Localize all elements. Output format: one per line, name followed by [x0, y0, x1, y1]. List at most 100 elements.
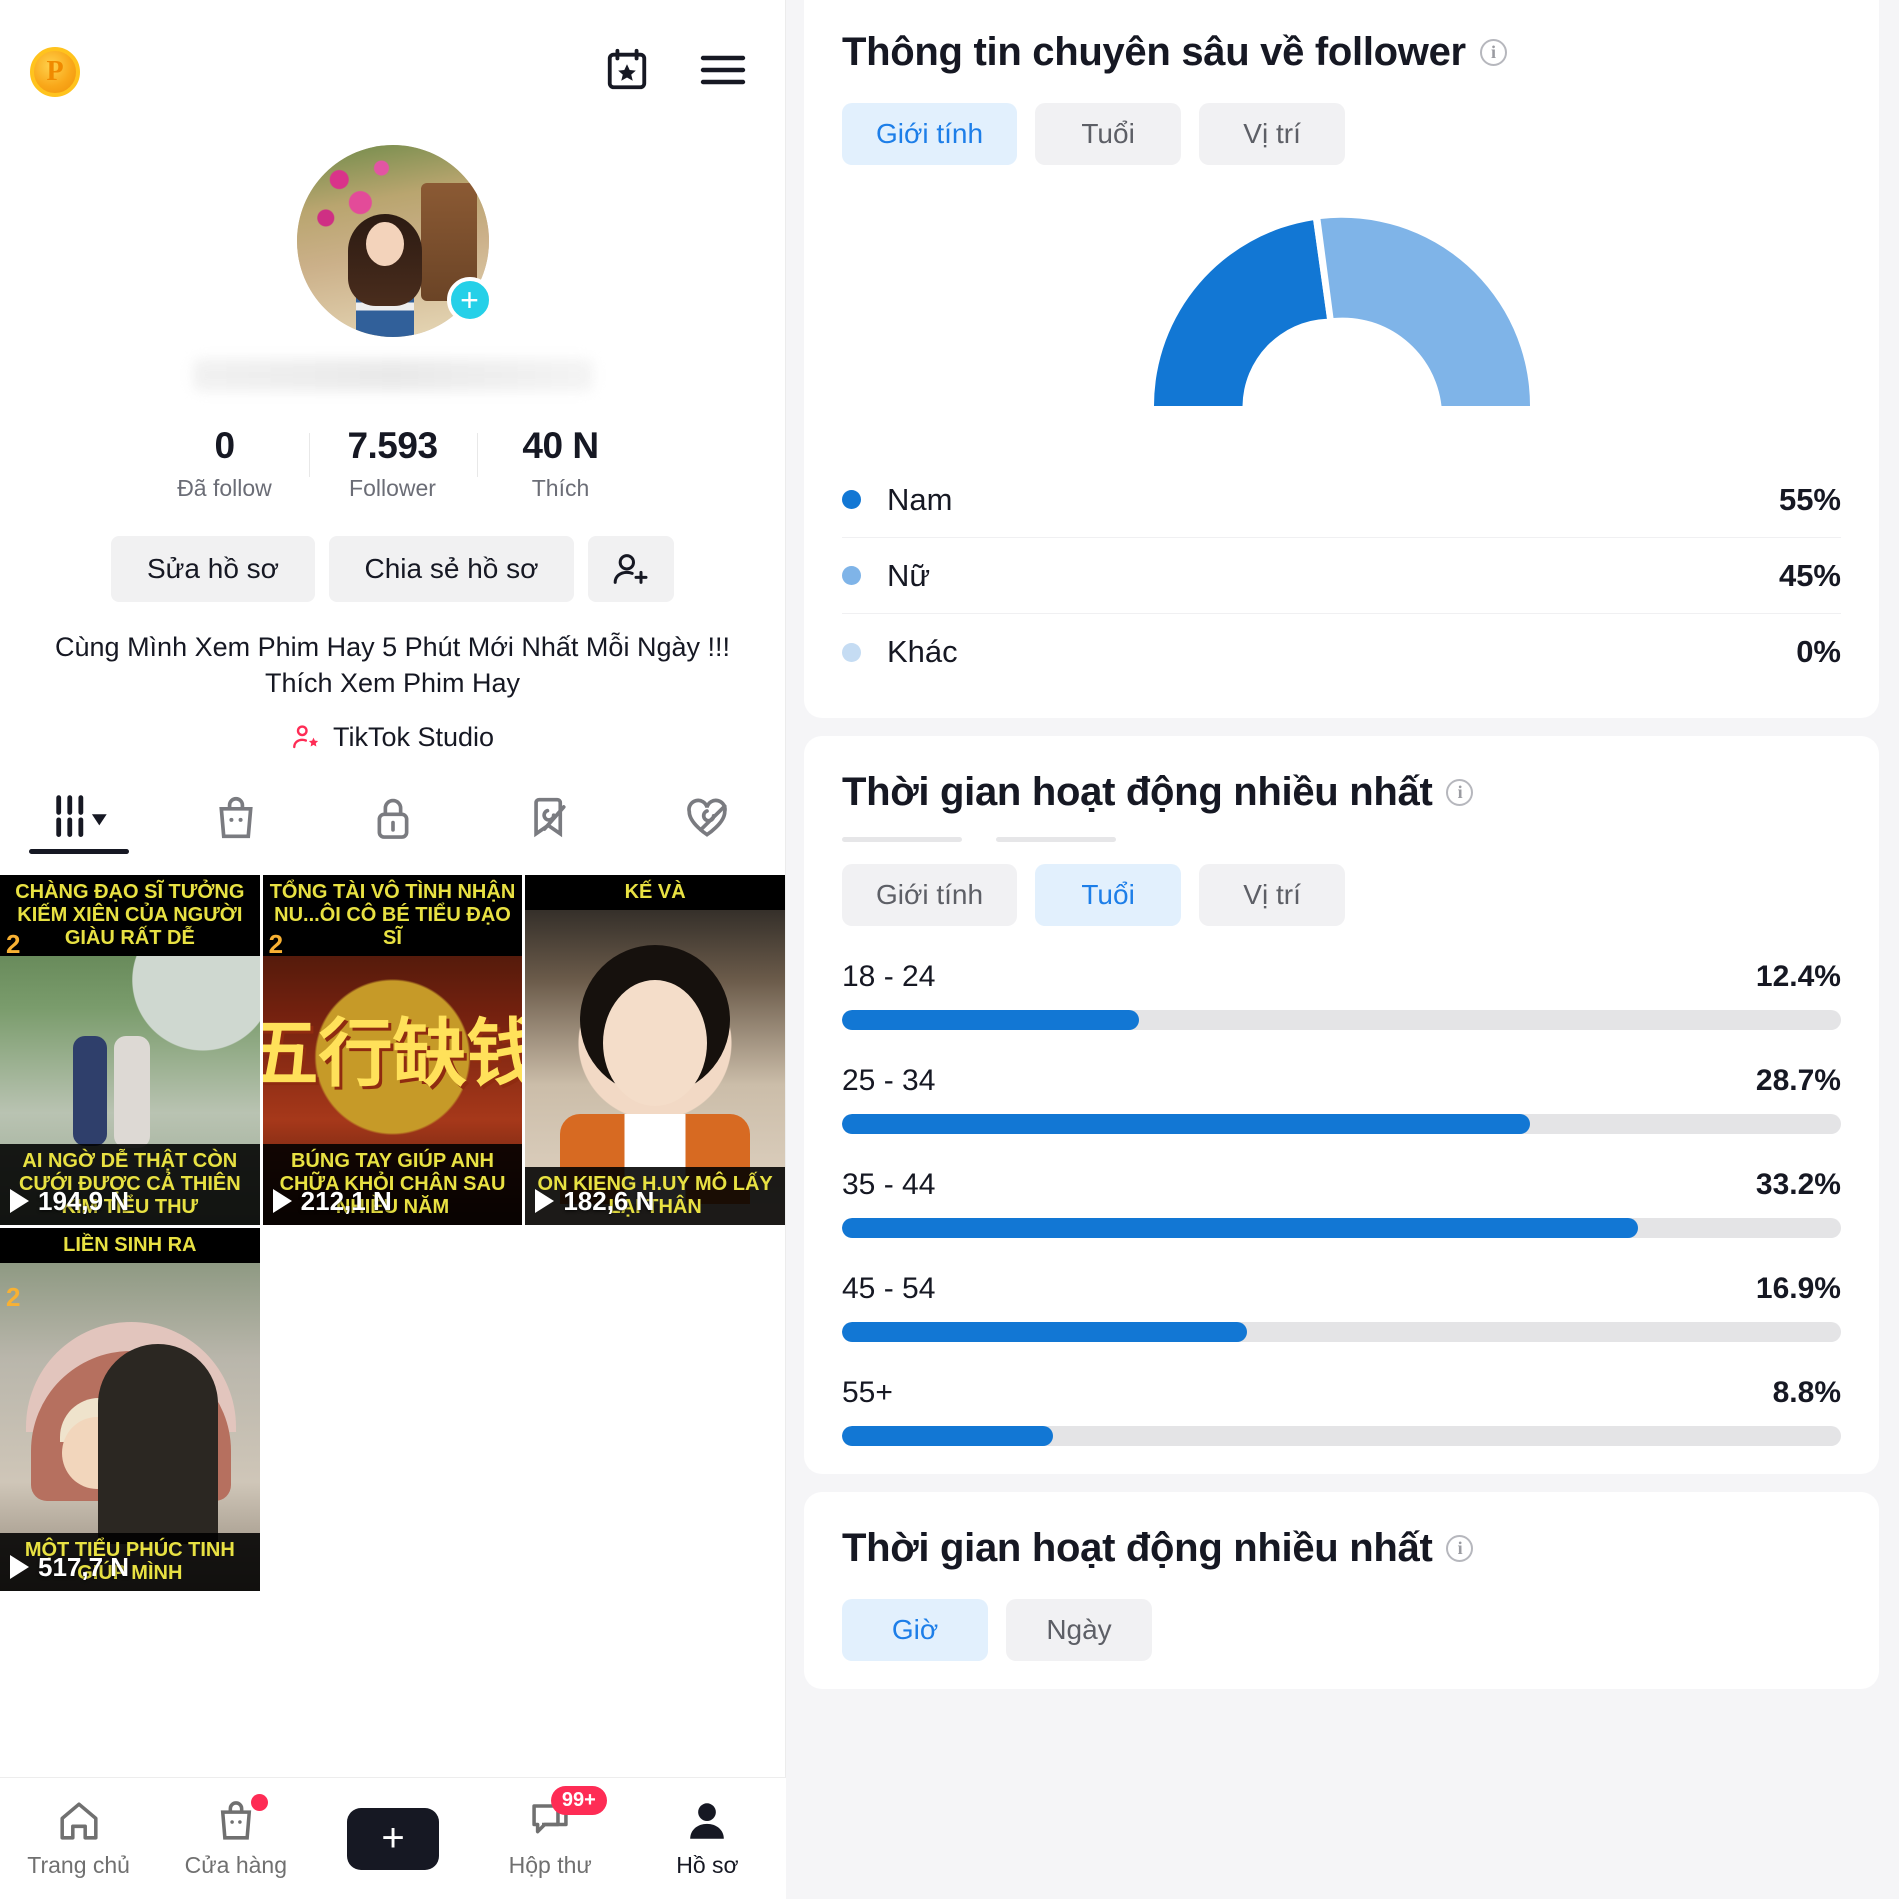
legend-value: 55% — [1778, 481, 1841, 517]
legend-dot-nam — [842, 490, 861, 509]
studio-person-star-icon — [293, 725, 319, 749]
tab-age[interactable]: Tuổi — [1035, 103, 1182, 165]
age-range-label: 25 - 34 — [842, 1064, 936, 1097]
sidebar-item-videos[interactable] — [0, 794, 157, 854]
follower-segment-tabs: Giới tính Tuổi Vị trí — [842, 103, 1841, 165]
age-bar-row: 35 - 44 33.2% — [842, 1168, 1841, 1238]
bar-track — [842, 1322, 1841, 1342]
stat-following[interactable]: 0 Đã follow — [141, 425, 309, 502]
legend-label: Khác — [887, 634, 958, 669]
profile-bio: Cùng Mình Xem Phim Hay 5 Phút Mới Nhất M… — [55, 632, 730, 698]
age-bar-row: 45 - 54 16.9% — [842, 1272, 1841, 1342]
screen-root: P + 0 Đã follow 7.593 Follower 40 N Thíc… — [0, 0, 1899, 1899]
create-plus-icon[interactable]: + — [338, 1807, 448, 1870]
sidebar-item-hidden-likes[interactable] — [628, 794, 785, 842]
add-story-plus-icon[interactable]: + — [446, 277, 493, 323]
info-icon[interactable]: i — [1446, 1535, 1474, 1562]
thumb-top-caption: CHÀNG ĐẠO SĨ TƯỞNG KIẾM XIÊN CỦA NGƯỜI G… — [0, 874, 260, 956]
sidebar-item-private[interactable] — [314, 794, 471, 842]
star-calendar-icon[interactable] — [601, 44, 653, 96]
tab-location[interactable]: Vị trí — [1199, 103, 1346, 165]
bar-track — [842, 1114, 1841, 1134]
video-thumbnail[interactable]: 五行缺钱 TỔNG TÀI VÔ TÌNH NHẬN NU...ÔI CÔ BÉ… — [262, 874, 523, 1225]
sidebar-item-unsaved[interactable] — [471, 794, 628, 842]
age-percent: 8.8% — [1772, 1376, 1841, 1409]
bottom-navigation: Trang chủ Cửa hàng + 99+ Hộp thư Hồ sơ — [0, 1777, 786, 1899]
legend-dot-khac — [842, 642, 861, 662]
age-bar-row: 25 - 34 28.7% — [842, 1064, 1841, 1134]
legend-label: Nam — [887, 481, 953, 517]
video-view-count: 517,7 N — [10, 1552, 129, 1583]
age-range-label: 18 - 24 — [842, 960, 936, 993]
legend-value: 45% — [1778, 557, 1841, 593]
bar-fill — [842, 1114, 1531, 1134]
stat-likes[interactable]: 40 N Thích — [476, 425, 645, 502]
card-title: Thời gian hoạt động nhiều nhất i — [842, 1526, 1841, 1571]
nav-item-profile[interactable]: Hồ sơ — [629, 1798, 786, 1879]
studio-label: TikTok Studio — [332, 721, 495, 752]
age-bar-row: 55+ 8.8% — [842, 1376, 1841, 1446]
analytics-panel[interactable]: Thông tin chuyên sâu về follower i Giới … — [786, 0, 1899, 1899]
view-count-text: 182,6 N — [563, 1185, 655, 1216]
nav-item-shop[interactable]: Cửa hàng — [157, 1794, 314, 1879]
stat-value: 7.593 — [347, 425, 438, 466]
tab-gender[interactable]: Giới tính — [842, 103, 1018, 165]
username-redacted — [192, 359, 593, 391]
legend-label: Nữ — [887, 557, 931, 593]
bar-track — [842, 1426, 1841, 1446]
nav-item-inbox[interactable]: 99+ Hộp thư — [472, 1786, 629, 1879]
bar-track — [842, 1218, 1841, 1238]
tiktok-studio-link[interactable]: TikTok Studio — [0, 722, 785, 753]
card-title: Thông tin chuyên sâu về follower i — [842, 30, 1841, 75]
follower-insights-card: Thông tin chuyên sâu về follower i Giới … — [804, 0, 1879, 718]
avatar[interactable]: + — [296, 145, 493, 337]
gender-half-donut-chart — [842, 201, 1841, 406]
age-range-label: 55+ — [842, 1376, 893, 1409]
legend-value: 0% — [1796, 634, 1841, 669]
inbox-badge: 99+ — [550, 1786, 607, 1815]
nav-label: Hồ sơ — [676, 1852, 739, 1878]
tab-hour[interactable]: Giờ — [842, 1599, 988, 1661]
sidebar-item-shop[interactable] — [157, 794, 314, 842]
legend-dot-nu — [842, 566, 861, 585]
share-profile-button[interactable]: Chia sẻ hồ sơ — [329, 536, 574, 602]
add-friend-button[interactable] — [588, 536, 674, 602]
play-icon — [10, 1555, 29, 1580]
tab-location[interactable]: Vị trí — [1199, 864, 1346, 926]
tab-day[interactable]: Ngày — [1006, 1599, 1152, 1661]
hours-segment-tabs: Giờ Ngày — [842, 1599, 1841, 1661]
stat-label: Thích — [531, 475, 590, 501]
bar-fill — [842, 1010, 1140, 1030]
edit-profile-button[interactable]: Sửa hồ sơ — [111, 536, 315, 602]
video-thumbnail[interactable]: LIỀN SINH RA 2 MỘT TIỂU PHÚC TINH GIÚP M… — [0, 1227, 260, 1591]
card-title: Thời gian hoạt động nhiều nhất i — [842, 770, 1841, 815]
age-range-label: 45 - 54 — [842, 1272, 936, 1305]
stat-followers[interactable]: 7.593 Follower — [308, 425, 477, 502]
video-thumbnail[interactable]: KẾ VÀ ON KIENG H.UY MÔ LẤY LẠI THÂN 182,… — [525, 874, 785, 1225]
hamburger-menu-icon[interactable] — [697, 44, 749, 96]
play-icon — [10, 1189, 29, 1214]
info-icon[interactable]: i — [1479, 39, 1507, 66]
age-percent: 12.4% — [1755, 960, 1841, 993]
info-icon[interactable]: i — [1446, 779, 1474, 806]
stat-value: 0 — [214, 425, 235, 466]
profile-actions: Sửa hồ sơ Chia sẻ hồ sơ — [0, 536, 785, 602]
tab-age[interactable]: Tuổi — [1035, 864, 1182, 926]
profile-header: P — [0, 0, 785, 145]
nav-item-create[interactable]: + — [314, 1807, 471, 1870]
activity-hours-card: Thời gian hoạt động nhiều nhất i Giờ Ngà… — [804, 1492, 1879, 1689]
tab-gender[interactable]: Giới tính — [842, 864, 1018, 926]
person-icon — [690, 1803, 725, 1839]
activity-age-card: Thời gian hoạt động nhiều nhất i Giới tí… — [804, 736, 1879, 1474]
nav-item-home[interactable]: Trang chủ — [0, 1798, 157, 1879]
age-percent: 28.7% — [1755, 1064, 1841, 1097]
nav-label: Hộp thư — [508, 1852, 592, 1878]
profile-tabs — [0, 777, 785, 859]
activity-segment-tabs: Giới tính Tuổi Vị trí — [842, 864, 1841, 926]
legend-item-khac: Khác 0% — [842, 614, 1841, 690]
coin-badge-icon[interactable]: P — [30, 47, 80, 97]
thumb-corner-mark: 2 — [268, 928, 284, 959]
video-thumbnail[interactable]: CHÀNG ĐẠO SĨ TƯỞNG KIẾM XIÊN CỦA NGƯỜI G… — [0, 874, 260, 1225]
tiktok-profile-panel: P + 0 Đã follow 7.593 Follower 40 N Thíc… — [0, 0, 786, 1899]
bar-fill — [842, 1218, 1638, 1238]
